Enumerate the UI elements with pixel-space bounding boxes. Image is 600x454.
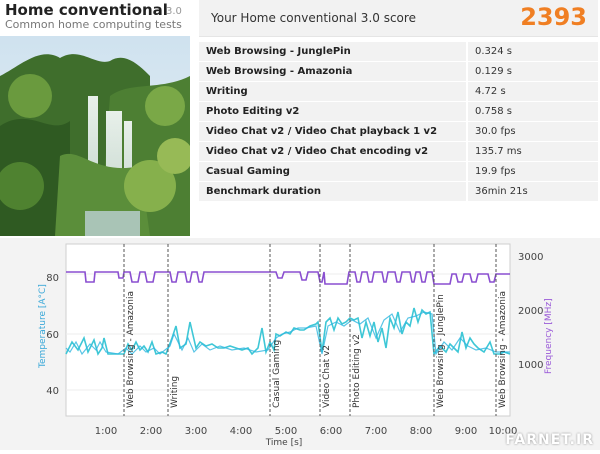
table-row: Video Chat v2 / Video Chat playback 1 v2… [199,121,598,142]
table-row: Web Browsing - JunglePin 0.324 s [199,42,598,62]
marker-label: Web Browsing - Amazonia [498,291,508,408]
result-value: 4.72 s [466,81,598,102]
x-axis-ticks: 1:00 2:00 3:00 4:00 5:00 6:00 7:00 8:00 … [95,426,518,437]
left-tick: 60 [46,330,59,341]
marker-label: Web Browsing - Amazonia [126,291,136,408]
result-value: 0.758 s [466,101,598,122]
result-name: Writing [199,81,467,102]
x-axis-label: Time [s] [265,438,303,448]
marker-label: Photo Editing v2 [352,334,362,408]
result-value: 135.7 ms [466,141,598,162]
right-tick: 2000 [518,306,543,317]
result-value: 36min 21s [466,181,598,202]
result-name: Video Chat v2 / Video Chat playback 1 v2 [199,121,467,142]
x-tick: 8:00 [410,426,432,437]
watermark-logo: FARNET.IR [505,432,594,448]
x-tick: 3:00 [185,426,207,437]
right-tick: 1000 [518,360,543,371]
table-row: Photo Editing v2 0.758 s [199,101,598,122]
page-subtitle: Common home computing tests [5,18,182,31]
result-value: 0.129 s [466,61,598,82]
x-tick: 4:00 [230,426,252,437]
score-label: Your Home conventional 3.0 score [211,11,416,25]
right-axis-ticks: 3000 2000 1000 [518,252,543,371]
x-tick: 9:00 [455,426,477,437]
table-row: Web Browsing - Amazonia 0.129 s [199,61,598,82]
result-name: Web Browsing - JunglePin [199,42,467,62]
marker-label: Video Chat v2 [322,345,332,408]
x-tick: 6:00 [320,426,342,437]
result-name: Benchmark duration [199,181,467,202]
page-title: Home conventional [5,1,168,19]
monitoring-chart: Web Browsing - Amazonia Writing Casual G… [0,238,600,450]
result-name: Casual Gaming [199,161,467,182]
right-tick: 3000 [518,252,543,263]
result-value: 30.0 fps [466,121,598,142]
result-name: Web Browsing - Amazonia [199,61,467,82]
left-axis-ticks: 80 60 40 [46,273,59,397]
result-value: 19.9 fps [466,161,598,182]
version-label: 3.0 [166,6,182,17]
left-axis-label: Temperature [A°C] [38,284,48,369]
left-tick: 80 [46,273,59,284]
test-info-panel: Home conventional 3.0 Common home comput… [0,0,190,238]
table-row: Benchmark duration 36min 21s [199,181,598,202]
x-tick: 2:00 [140,426,162,437]
result-name: Photo Editing v2 [199,101,467,122]
marker-label: Writing [170,376,180,408]
score-value: 2393 [520,3,587,31]
score-header: Your Home conventional 3.0 score 2393 [199,0,598,37]
result-name: Video Chat v2 / Video Chat encoding v2 [199,141,467,162]
table-row: Casual Gaming 19.9 fps [199,161,598,182]
chart-svg: Web Browsing - Amazonia Writing Casual G… [38,243,554,448]
results-table: Web Browsing - JunglePin 0.324 s Web Brow… [199,42,598,202]
marker-label: Web Browsing - JunglePin [436,294,446,408]
x-tick: 7:00 [365,426,387,437]
right-axis-label: Frequency [MHz] [544,298,554,374]
table-row: Writing 4.72 s [199,81,598,102]
waterfall-image [0,36,190,236]
table-row: Video Chat v2 / Video Chat encoding v2 13… [199,141,598,162]
result-value: 0.324 s [466,42,598,62]
marker-label: Casual Gaming [272,340,282,408]
left-tick: 40 [46,386,59,397]
x-tick: 5:00 [275,426,297,437]
x-tick: 1:00 [95,426,117,437]
